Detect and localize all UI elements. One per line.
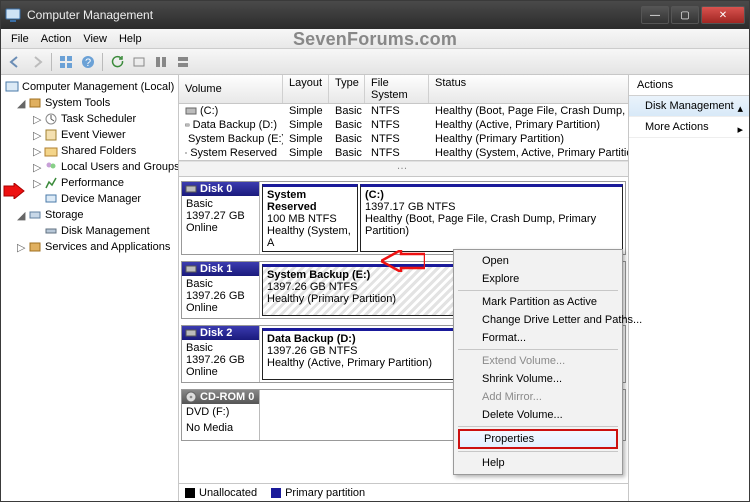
ctx-change-letter[interactable]: Change Drive Letter and Paths... bbox=[456, 311, 620, 329]
toolbar: ? bbox=[1, 49, 749, 75]
legend-primary: Primary partition bbox=[285, 487, 365, 499]
tree-services-apps[interactable]: ▷Services and Applications bbox=[3, 239, 176, 255]
ctx-open[interactable]: Open bbox=[456, 252, 620, 270]
volume-row[interactable]: System ReservedSimpleBasicNTFSHealthy (S… bbox=[179, 146, 628, 160]
menu-view[interactable]: View bbox=[77, 33, 113, 45]
annotation-arrow-icon bbox=[3, 183, 25, 199]
tree-performance[interactable]: ▷Performance bbox=[3, 175, 176, 191]
tree-storage[interactable]: ◢Storage bbox=[3, 207, 176, 223]
tree-shared-folders[interactable]: ▷Shared Folders bbox=[3, 143, 176, 159]
app-icon bbox=[5, 7, 21, 23]
svg-text:?: ? bbox=[85, 57, 91, 69]
window-title: Computer Management bbox=[27, 8, 641, 22]
legend: Unallocated Primary partition bbox=[179, 483, 628, 501]
tree-disk-management[interactable]: Disk Management bbox=[3, 223, 176, 239]
ctx-add-mirror: Add Mirror... bbox=[456, 388, 620, 406]
tree-device-manager[interactable]: Device Manager bbox=[3, 191, 176, 207]
partition-c[interactable]: (C:) 1397.17 GB NTFS Healthy (Boot, Page… bbox=[360, 184, 623, 252]
header-type[interactable]: Type bbox=[329, 75, 365, 103]
tree-event-viewer[interactable]: ▷Event Viewer bbox=[3, 127, 176, 143]
menu-action[interactable]: Action bbox=[35, 33, 78, 45]
ctx-shrink[interactable]: Shrink Volume... bbox=[456, 370, 620, 388]
tree-task-scheduler[interactable]: ▷Task Scheduler bbox=[3, 111, 176, 127]
header-filesystem[interactable]: File System bbox=[365, 75, 429, 103]
volume-row[interactable]: (C:)SimpleBasicNTFSHealthy (Boot, Page F… bbox=[179, 104, 628, 118]
annotation-arrow-icon bbox=[381, 250, 425, 272]
toolbar-button-7[interactable] bbox=[173, 52, 193, 72]
menu-help[interactable]: Help bbox=[113, 33, 148, 45]
header-volume[interactable]: Volume bbox=[179, 75, 283, 103]
ctx-mark-active[interactable]: Mark Partition as Active bbox=[456, 293, 620, 311]
ctx-explore[interactable]: Explore bbox=[456, 270, 620, 288]
refresh-button[interactable] bbox=[107, 52, 127, 72]
volume-row[interactable]: Data Backup (D:)SimpleBasicNTFSHealthy (… bbox=[179, 118, 628, 132]
chevron-right-icon: ▸ bbox=[737, 123, 743, 136]
volume-list-header[interactable]: Volume Layout Type File System Status bbox=[179, 75, 628, 104]
ctx-delete[interactable]: Delete Volume... bbox=[456, 406, 620, 424]
splitter[interactable] bbox=[179, 161, 628, 177]
partition-system-reserved[interactable]: System Reserved 100 MB NTFS Healthy (Sys… bbox=[262, 184, 358, 252]
volume-row[interactable]: System Backup (E:)SimpleBasicNTFSHealthy… bbox=[179, 132, 628, 146]
header-status[interactable]: Status bbox=[429, 75, 628, 103]
minimize-button[interactable]: — bbox=[641, 6, 669, 24]
close-button[interactable]: ✕ bbox=[701, 6, 745, 24]
actions-disk-management[interactable]: Disk Management▴ bbox=[629, 96, 749, 117]
actions-more[interactable]: More Actions▸ bbox=[629, 117, 749, 138]
ctx-format[interactable]: Format... bbox=[456, 329, 620, 347]
collapse-icon: ▴ bbox=[737, 102, 743, 115]
menu-file[interactable]: File bbox=[5, 33, 35, 45]
toolbar-button-6[interactable] bbox=[151, 52, 171, 72]
ctx-extend: Extend Volume... bbox=[456, 352, 620, 370]
header-layout[interactable]: Layout bbox=[283, 75, 329, 103]
help-button[interactable]: ? bbox=[78, 52, 98, 72]
actions-pane: Actions Disk Management▴ More Actions▸ bbox=[629, 75, 749, 501]
console-tree[interactable]: Computer Management (Local) ◢System Tool… bbox=[1, 75, 179, 501]
back-button[interactable] bbox=[5, 52, 25, 72]
tree-local-users[interactable]: ▷Local Users and Groups bbox=[3, 159, 176, 175]
toolbar-button-5[interactable] bbox=[129, 52, 149, 72]
volume-list[interactable]: Volume Layout Type File System Status (C… bbox=[179, 75, 628, 161]
context-menu: Open Explore Mark Partition as Active Ch… bbox=[453, 249, 623, 475]
window-frame: Computer Management — ▢ ✕ File Action Vi… bbox=[0, 0, 750, 502]
titlebar[interactable]: Computer Management — ▢ ✕ bbox=[1, 1, 749, 29]
forward-button[interactable] bbox=[27, 52, 47, 72]
tree-root[interactable]: Computer Management (Local) bbox=[3, 79, 176, 95]
maximize-button[interactable]: ▢ bbox=[671, 6, 699, 24]
view-button[interactable] bbox=[56, 52, 76, 72]
watermark-text: SevenForums.com bbox=[287, 29, 463, 50]
ctx-properties[interactable]: Properties bbox=[458, 429, 618, 449]
disk-0[interactable]: Disk 0 Basic 1397.27 GB Online System Re… bbox=[181, 181, 626, 255]
tree-system-tools[interactable]: ◢System Tools bbox=[3, 95, 176, 111]
ctx-help[interactable]: Help bbox=[456, 454, 620, 472]
legend-unallocated: Unallocated bbox=[199, 487, 257, 499]
menubar: File Action View Help SevenForums.com bbox=[1, 29, 749, 49]
actions-header: Actions bbox=[629, 75, 749, 96]
